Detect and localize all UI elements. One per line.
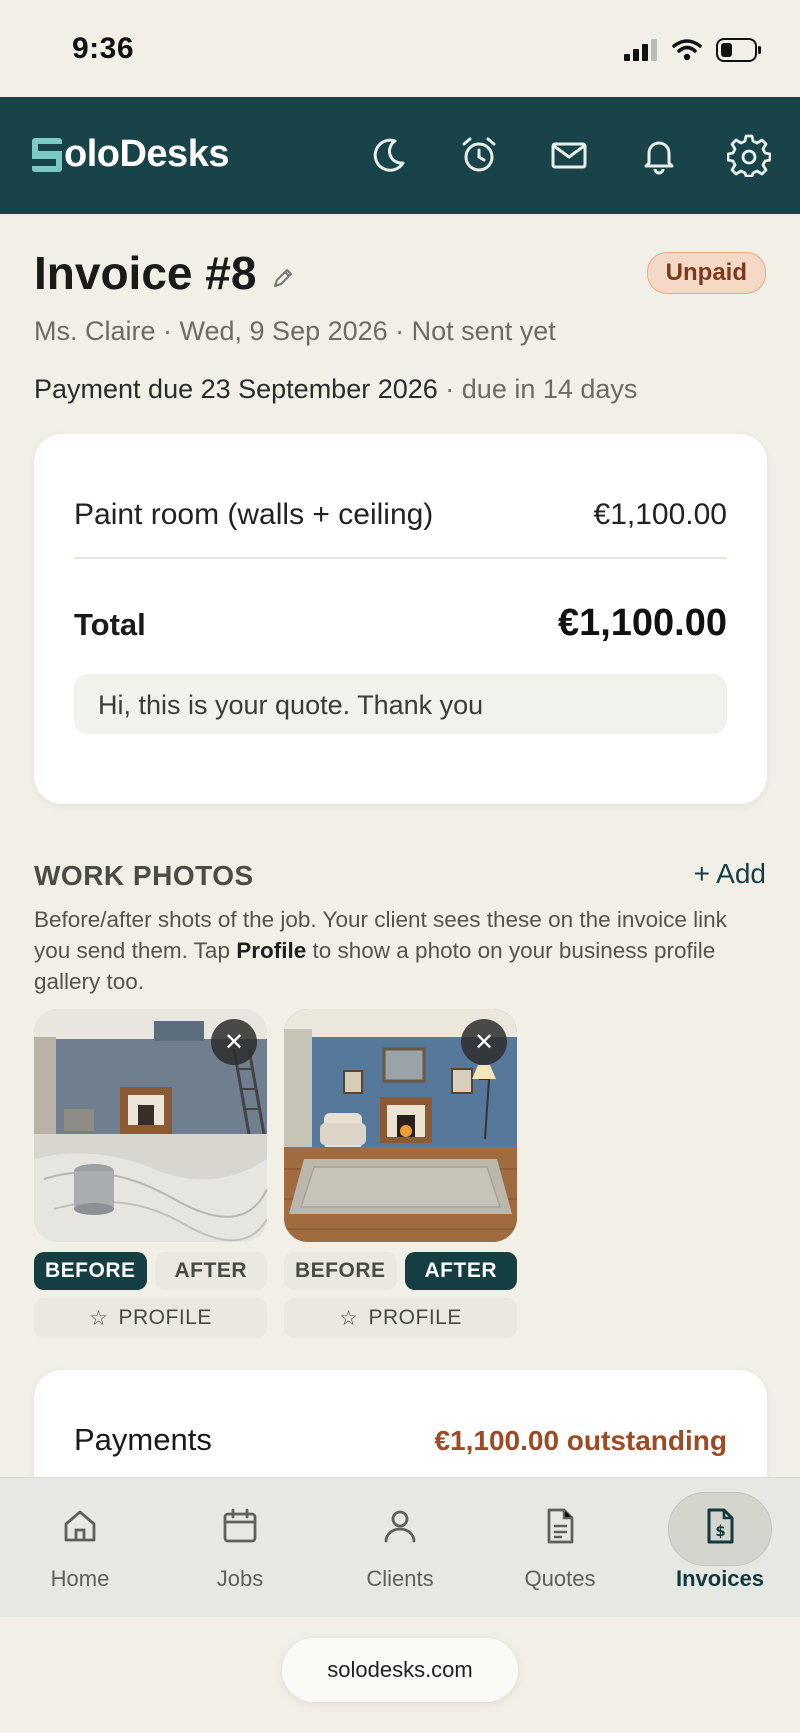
photo-tile: ✕ BEFORE AFTER ☆ PROFILE [284, 1009, 517, 1338]
star-icon: ☆ [339, 1306, 359, 1330]
svg-text:$: $ [715, 1522, 725, 1540]
invoice-meta: Ms. Claire · Wed, 9 Sep 2026 · Not sent … [34, 316, 556, 346]
line-item-amount: €1,100.00 [593, 498, 727, 531]
line-item-description: Paint room (walls + ceiling) [74, 498, 434, 531]
calendar-icon [223, 1508, 257, 1543]
gear-icon [727, 134, 771, 177]
messages-button[interactable] [546, 127, 592, 183]
payments-label: Payments [74, 1422, 212, 1457]
dark-mode-button[interactable] [366, 127, 412, 183]
bottom-nav: Home Jobs Clients Quotes $ Invoices [0, 1477, 800, 1617]
after-toggle[interactable]: AFTER [404, 1252, 517, 1290]
nav-item-invoices[interactable]: $ Invoices [660, 1492, 780, 1602]
before-toggle[interactable]: BEFORE [34, 1252, 147, 1290]
status-bar: 9:36 [0, 0, 800, 97]
invoice-icon: $ [707, 1508, 734, 1544]
add-photo-button[interactable]: + Add [694, 858, 766, 890]
signal-icon [624, 39, 657, 61]
payment-due-date: Payment due 23 September 2026 [34, 374, 438, 404]
payment-due: Payment due 23 September 2026 · due in 1… [34, 374, 637, 405]
home-icon [64, 1510, 96, 1542]
profile-toggle[interactable]: ☆ PROFILE [34, 1298, 267, 1338]
status-time: 9:36 [72, 32, 135, 65]
nav-label: Quotes [524, 1566, 596, 1591]
edit-pencil-icon[interactable] [272, 267, 294, 289]
total-value: €1,100.00 [557, 602, 727, 644]
status-badge: Unpaid [646, 252, 766, 294]
work-photos-title: WORK PHOTOS [34, 860, 254, 891]
payments-outstanding: €1,100.00 outstanding [434, 1425, 727, 1456]
before-toggle[interactable]: BEFORE [284, 1252, 397, 1290]
work-photo-after[interactable]: ✕ [284, 1009, 517, 1242]
profile-toggle[interactable]: ☆ PROFILE [284, 1298, 517, 1338]
total-row: Total €1,100.00 [74, 602, 727, 645]
notifications-button[interactable] [636, 127, 682, 183]
work-photo-before[interactable]: ✕ [34, 1009, 267, 1242]
photo-tile: ✕ BEFORE AFTER ☆ PROFILE [34, 1009, 267, 1338]
profile-label: PROFILE [368, 1306, 462, 1329]
after-toggle[interactable]: AFTER [154, 1252, 267, 1290]
star-icon: ☆ [89, 1306, 109, 1330]
alarm-button[interactable] [456, 127, 502, 183]
payments-row[interactable]: Payments €1,100.00 outstanding [74, 1422, 727, 1458]
nav-label: Invoices [675, 1566, 765, 1591]
nav-label: Home [50, 1566, 110, 1591]
nav-item-home[interactable]: Home [20, 1492, 140, 1602]
document-icon [547, 1508, 574, 1544]
invoice-number: Invoice #8 [34, 247, 257, 299]
nav-item-jobs[interactable]: Jobs [180, 1492, 300, 1602]
status-icons [624, 38, 762, 62]
moon-icon [373, 138, 405, 172]
profile-label: PROFILE [118, 1306, 212, 1329]
app-logo[interactable]: oloDesks [32, 133, 229, 176]
nav-item-clients[interactable]: Clients [340, 1492, 460, 1602]
nav-item-quotes[interactable]: Quotes [500, 1492, 620, 1602]
settings-button[interactable] [726, 127, 772, 183]
bell-icon [644, 141, 674, 175]
line-item[interactable]: Paint room (walls + ceiling) €1,100.00 [74, 498, 727, 532]
total-label: Total [74, 607, 146, 642]
remove-photo-button[interactable]: ✕ [461, 1019, 507, 1065]
nav-label: Clients [366, 1566, 434, 1591]
logo-s-icon [32, 137, 62, 172]
payment-due-in: · due in 14 days [445, 374, 638, 404]
mail-icon [551, 142, 587, 169]
alarm-icon [462, 137, 496, 172]
work-photos-description: Before/after shots of the job. Your clie… [34, 907, 727, 994]
user-icon [384, 1510, 416, 1543]
remove-photo-button[interactable]: ✕ [211, 1019, 257, 1065]
line-items-card: Paint room (walls + ceiling) €1,100.00 T… [34, 434, 767, 804]
url-bar[interactable]: solodesks.com [282, 1638, 518, 1702]
divider [74, 557, 727, 559]
app-name: oloDesks [64, 133, 229, 175]
nav-label: Jobs [216, 1566, 264, 1591]
invoice-note[interactable]: Hi, this is your quote. Thank you [74, 674, 727, 734]
app-header: oloDesks [0, 97, 800, 214]
invoice-title: Invoice #8 [34, 246, 294, 300]
battery-icon [716, 38, 761, 62]
wifi-icon [672, 39, 702, 61]
